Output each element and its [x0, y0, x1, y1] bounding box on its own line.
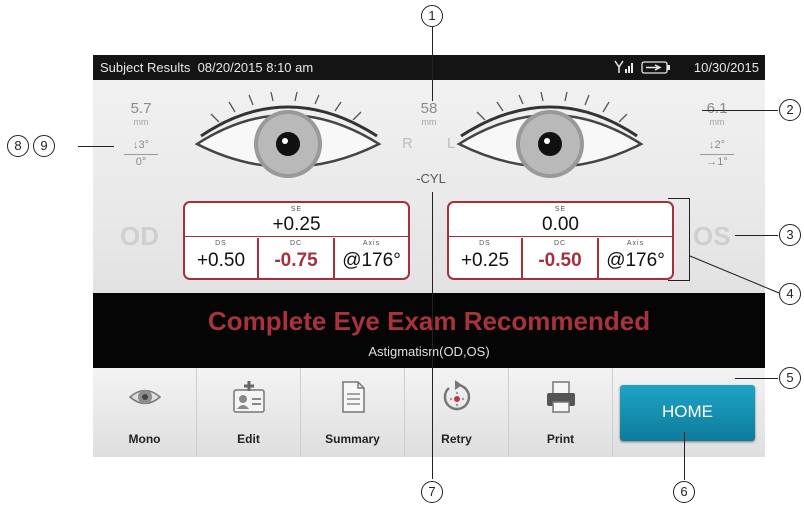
left-eye-image	[456, 92, 644, 178]
od-dc-value: -0.75	[274, 250, 318, 271]
right-eye-image	[194, 92, 382, 178]
os-gaze-divider	[700, 154, 734, 155]
edit-profile-icon	[233, 381, 265, 413]
os-axis-label: Axis	[626, 240, 645, 247]
callout-9: 9	[33, 135, 55, 157]
od-axis-cell: Axis @176°	[335, 238, 408, 278]
od-gaze-divider	[124, 154, 158, 155]
callout-bracket-top	[668, 198, 690, 199]
callout-4: 4	[779, 283, 801, 305]
od-ds-value: +0.50	[196, 250, 246, 271]
callout-line-4	[689, 255, 780, 294]
od-dc-cell: DC -0.75	[259, 238, 333, 278]
callout-line-8-9	[78, 146, 114, 147]
printer-icon	[547, 381, 575, 413]
od-ds-label: DS	[215, 240, 227, 247]
callout-bracket-bottom	[668, 280, 690, 281]
pd-value: 58	[420, 100, 438, 117]
od-ds-cell: DS +0.50	[185, 238, 257, 278]
od-se-value: +0.25	[272, 214, 321, 235]
screen-title: Subject Results	[100, 60, 191, 75]
result-datetime: 08/20/2015 8:10 am	[197, 60, 314, 75]
recommendation-message: Complete Eye Exam Recommended	[207, 306, 651, 336]
od-pupil-value: 5.7	[130, 100, 152, 117]
callout-line-7	[432, 192, 433, 479]
os-gaze-horizontal: →1°	[706, 156, 728, 168]
os-axis-cell: Axis @176°	[599, 238, 672, 278]
current-date: 10/30/2015	[693, 60, 759, 75]
retry-button[interactable]: Retry	[405, 368, 509, 457]
recommendation-banner: Complete Eye Exam Recommended Astigmatis…	[93, 293, 765, 368]
callout-line-1	[432, 27, 433, 101]
callout-2: 2	[779, 99, 801, 121]
os-ds-value: +0.25	[460, 250, 510, 271]
od-dc-label: DC	[289, 240, 303, 247]
callout-5: 5	[779, 367, 801, 389]
edit-label: Edit	[237, 432, 260, 446]
os-dc-value: -0.50	[538, 250, 582, 271]
summary-label: Summary	[325, 432, 380, 446]
od-axis-value: @176°	[342, 250, 401, 271]
os-axis-value: @176°	[606, 250, 665, 271]
bottom-toolbar: Mono Edit Summary Retry Print HOME	[93, 368, 765, 457]
eye-display: 5.7 mm ↓3° 0° OD 58 mm R L -CYL 6.1 mm ↓…	[93, 80, 765, 293]
summary-button[interactable]: Summary	[301, 368, 405, 457]
os-dc-label: DC	[553, 240, 567, 247]
retry-icon	[443, 380, 471, 411]
mono-label: Mono	[128, 432, 161, 446]
status-bar: Subject Results 08/20/2015 8:10 am 10/30…	[93, 55, 765, 80]
os-gaze-vertical: ↓2°	[708, 139, 726, 151]
os-se-section: SE 0.00	[449, 203, 672, 237]
os-se-value: 0.00	[542, 214, 579, 235]
pd-unit: mm	[421, 117, 437, 127]
callout-line-2	[702, 110, 778, 111]
os-dc-cell: DC -0.50	[523, 238, 597, 278]
os-ds-cell: DS +0.25	[449, 238, 521, 278]
os-refraction-box: SE 0.00 DS +0.25 DC -0.50 Axis @176°	[447, 201, 674, 280]
os-se-label: SE	[554, 206, 567, 213]
callout-line-5	[735, 378, 778, 379]
retry-label: Retry	[441, 432, 472, 446]
callout-8: 8	[7, 135, 29, 157]
print-label: Print	[546, 432, 575, 446]
callout-line-3	[735, 235, 778, 236]
callout-line-6	[684, 432, 685, 480]
device-screen: Subject Results 08/20/2015 8:10 am 10/30…	[93, 55, 765, 457]
edit-button[interactable]: Edit	[197, 368, 301, 457]
home-label: HOME	[662, 402, 713, 421]
home-button[interactable]: HOME	[620, 385, 755, 441]
document-icon	[342, 381, 365, 413]
eye-icon	[129, 389, 161, 405]
os-ds-label: DS	[479, 240, 491, 247]
od-se-section: SE +0.25	[185, 203, 408, 237]
callout-6: 6	[673, 481, 695, 503]
right-eye-letter: R	[402, 135, 413, 152]
od-se-label: SE	[290, 206, 303, 213]
od-gaze-vertical: ↓3°	[132, 139, 150, 151]
signal-icon	[614, 60, 633, 73]
print-button[interactable]: Print	[509, 368, 613, 457]
os-label: OS	[693, 221, 731, 251]
cyl-mode: -CYL	[416, 171, 446, 186]
battery-icon	[641, 61, 670, 74]
od-axis-label: Axis	[362, 240, 381, 247]
left-eye-letter: L	[447, 135, 456, 152]
status-title: Subject Results 08/20/2015 8:10 am	[100, 60, 313, 75]
od-gaze-horizontal: 0°	[135, 156, 147, 168]
callout-7: 7	[421, 481, 443, 503]
od-refraction-box: SE +0.25 DS +0.50 DC -0.75 Axis @176°	[183, 201, 410, 280]
os-pupil-unit: mm	[709, 117, 725, 127]
od-label: OD	[120, 221, 159, 251]
recommendation-detail: Astigmatism(OD,OS)	[368, 344, 490, 359]
callout-1: 1	[421, 5, 443, 27]
od-pupil-unit: mm	[133, 117, 149, 127]
callout-3: 3	[779, 224, 801, 246]
os-pupil-value: 6.1	[706, 100, 728, 117]
mono-button[interactable]: Mono	[93, 368, 197, 457]
